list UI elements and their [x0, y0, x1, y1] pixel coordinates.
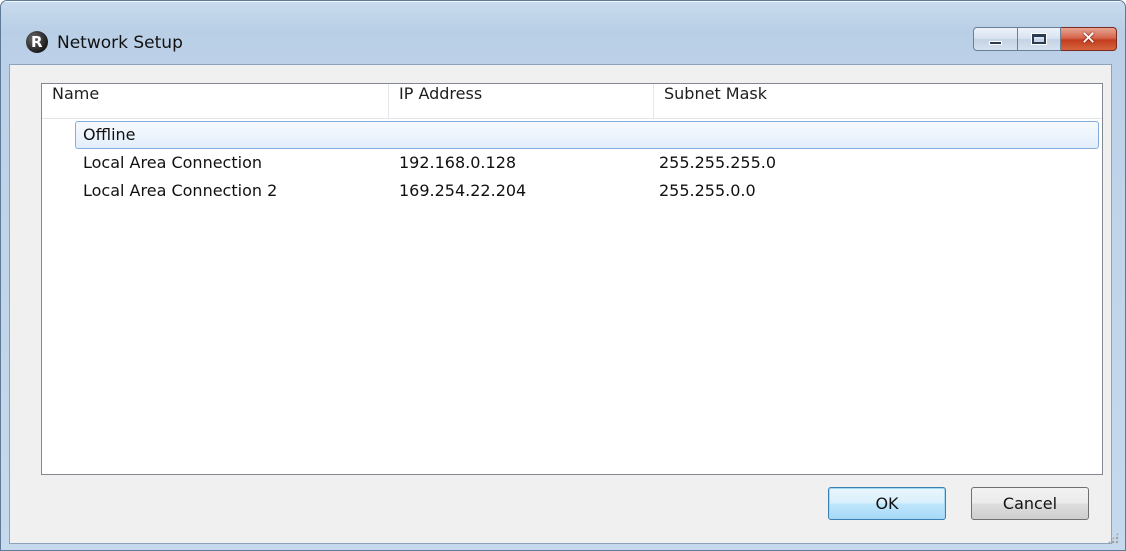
list-item[interactable]: Local Area Connection 2 169.254.22.204 2… [42, 177, 1102, 205]
dialog-client-area: Name IP Address Subnet Mask Offline Loca… [9, 64, 1112, 544]
minimize-icon [989, 41, 1002, 45]
list-body: Offline Local Area Connection 192.168.0.… [42, 119, 1102, 205]
column-header-subnet-mask[interactable]: Subnet Mask [654, 84, 1102, 118]
ok-button[interactable]: OK [828, 487, 946, 520]
cell-subnet-mask: 255.255.255.0 [659, 153, 777, 172]
cell-ip-address: 169.254.22.204 [399, 181, 527, 200]
network-list[interactable]: Name IP Address Subnet Mask Offline Loca… [41, 83, 1103, 475]
cell-subnet-mask: 255.255.0.0 [659, 181, 756, 200]
network-setup-window: R Network Setup ✕ Name IP Address Subnet… [0, 0, 1126, 551]
close-icon: ✕ [1080, 28, 1097, 49]
close-button[interactable]: ✕ [1061, 27, 1117, 51]
maximize-button[interactable] [1018, 27, 1061, 51]
cell-name: Local Area Connection [83, 153, 262, 172]
cell-name: Local Area Connection 2 [83, 181, 278, 200]
app-logo-icon: R [26, 31, 48, 53]
cell-ip-address: 192.168.0.128 [399, 153, 517, 172]
cancel-button[interactable]: Cancel [971, 487, 1089, 520]
maximize-icon [1031, 33, 1047, 45]
cell-name: Offline [83, 125, 136, 144]
column-header-ip-address[interactable]: IP Address [389, 84, 654, 118]
list-header: Name IP Address Subnet Mask [42, 84, 1102, 119]
window-title: Network Setup [57, 33, 183, 53]
minimize-button[interactable] [973, 27, 1018, 51]
column-header-name[interactable]: Name [42, 84, 389, 118]
caption-buttons: ✕ [973, 27, 1117, 53]
list-item[interactable]: Local Area Connection 192.168.0.128 255.… [42, 149, 1102, 177]
list-item-offline[interactable]: Offline [75, 121, 1099, 149]
